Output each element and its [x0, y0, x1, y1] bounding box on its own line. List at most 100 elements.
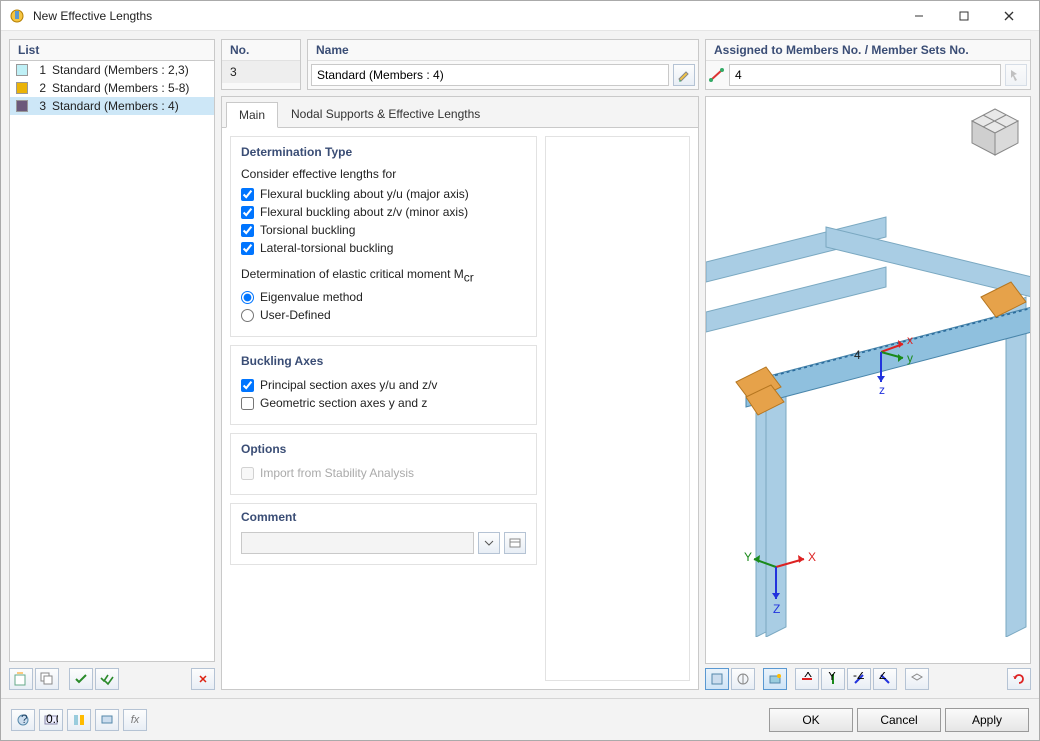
- checkbox-label: Lateral-torsional buckling: [260, 241, 393, 255]
- tab-nodal-supports-effective-lengths[interactable]: Nodal Supports & Effective Lengths: [278, 101, 493, 127]
- check-one-button[interactable]: [69, 668, 93, 690]
- nav-cube[interactable]: [968, 105, 1022, 159]
- form-right-preview: [545, 136, 690, 681]
- delete-item-button[interactable]: ✕: [191, 668, 215, 690]
- svg-text:Y: Y: [828, 672, 836, 683]
- dialog-window: New Effective Lengths List 1 Standard (M…: [0, 0, 1040, 741]
- list-body: 1 Standard (Members : 2,3) 2 Standard (M…: [9, 61, 215, 662]
- checkbox-label: Flexural buckling about z/v (minor axis): [260, 205, 468, 219]
- comment-dropdown[interactable]: [478, 532, 500, 554]
- svg-text:Z: Z: [879, 672, 886, 682]
- assigned-pick-button[interactable]: [1005, 64, 1027, 86]
- axis-z-button[interactable]: -Z: [847, 668, 871, 690]
- cancel-button[interactable]: Cancel: [857, 708, 941, 732]
- checkbox-input[interactable]: [241, 242, 254, 255]
- svg-text:0.00: 0.00: [46, 713, 58, 726]
- group-buckling: Buckling Axes Principal section axes y/u…: [230, 345, 537, 425]
- checkbox-row: Flexural buckling about z/v (minor axis): [241, 203, 526, 221]
- form-column: MainNodal Supports & Effective Lengths D…: [221, 96, 699, 690]
- preview-pane[interactable]: x y z 4 X Y: [705, 96, 1031, 664]
- assigned-input[interactable]: [729, 64, 1001, 86]
- color-swatch: [16, 82, 28, 94]
- dialog-footer: ? 0.00 fx OK Cancel Apply: [1, 698, 1039, 740]
- name-edit-button[interactable]: [673, 64, 695, 86]
- units-button[interactable]: 0.00: [39, 709, 63, 731]
- display-button[interactable]: [95, 709, 119, 731]
- radio-label: Eigenvalue method: [260, 290, 363, 304]
- tab-bar: MainNodal Supports & Effective Lengths: [222, 97, 698, 128]
- list-item[interactable]: 1 Standard (Members : 2,3): [10, 61, 214, 79]
- no-field: No. 3: [221, 39, 301, 90]
- svg-text:y: y: [907, 351, 913, 365]
- checkbox-row: Principal section axes y/u and z/v: [241, 376, 526, 394]
- view-iso-button[interactable]: [905, 668, 929, 690]
- reset-view-button[interactable]: [1007, 668, 1031, 690]
- settings-button[interactable]: [67, 709, 91, 731]
- axis-z2-button[interactable]: Z: [873, 668, 897, 690]
- svg-text:x: x: [907, 333, 913, 347]
- comment-title: Comment: [241, 510, 526, 524]
- titlebar: New Effective Lengths: [1, 1, 1039, 31]
- function-button[interactable]: fx: [123, 709, 147, 731]
- copy-item-button[interactable]: [35, 668, 59, 690]
- axis-x-button[interactable]: X: [795, 668, 819, 690]
- checkbox-label: Principal section axes y/u and z/v: [260, 378, 437, 392]
- ok-button[interactable]: OK: [769, 708, 853, 732]
- check-all-button[interactable]: [95, 668, 119, 690]
- radio-label: User-Defined: [260, 308, 331, 322]
- checkbox-label: Torsional buckling: [260, 223, 355, 237]
- radio-input[interactable]: [241, 309, 254, 322]
- mid-row: MainNodal Supports & Effective Lengths D…: [221, 96, 1031, 690]
- list-item-label: Standard (Members : 4): [52, 99, 179, 113]
- apply-button[interactable]: Apply: [945, 708, 1029, 732]
- member-icon: [709, 67, 725, 83]
- checkbox-input: [241, 467, 254, 480]
- new-item-button[interactable]: [9, 668, 33, 690]
- comment-input[interactable]: [241, 532, 474, 554]
- consider-label: Consider effective lengths for: [241, 167, 526, 181]
- checkbox-input[interactable]: [241, 224, 254, 237]
- radio-row: User-Defined: [241, 306, 526, 324]
- color-swatch: [16, 100, 28, 112]
- list-item[interactable]: 3 Standard (Members : 4): [10, 97, 214, 115]
- no-label: No.: [222, 40, 300, 61]
- preview-toolbar: X Y -Z Z: [705, 668, 1031, 690]
- checkbox-input[interactable]: [241, 397, 254, 410]
- help-button[interactable]: ?: [11, 709, 35, 731]
- show-model-button[interactable]: [763, 668, 787, 690]
- svg-text:-Z: -Z: [853, 672, 864, 682]
- mcr-label: Determination of elastic critical moment…: [241, 267, 526, 284]
- checkbox-label: Flexural buckling about y/u (major axis): [260, 187, 469, 201]
- form-scroll: Determination Type Consider effective le…: [222, 128, 698, 689]
- form-left: Determination Type Consider effective le…: [230, 136, 537, 681]
- name-input[interactable]: [311, 64, 669, 86]
- view-mode-1-button[interactable]: [705, 668, 729, 690]
- view-mode-2-button[interactable]: [731, 668, 755, 690]
- svg-text:X: X: [808, 550, 816, 564]
- checkbox-row: Torsional buckling: [241, 221, 526, 239]
- checkbox-input[interactable]: [241, 379, 254, 392]
- right-area: No. 3 Name Assigned to Members No. / Mem…: [221, 39, 1031, 690]
- comment-library-button[interactable]: [504, 532, 526, 554]
- preview-column: x y z 4 X Y: [705, 96, 1031, 690]
- checkbox-input[interactable]: [241, 188, 254, 201]
- minimize-button[interactable]: [896, 1, 941, 31]
- list-item-label: Standard (Members : 2,3): [52, 63, 189, 77]
- radio-row: Eigenvalue method: [241, 288, 526, 306]
- axis-y-button[interactable]: Y: [821, 668, 845, 690]
- checkbox-row: Geometric section axes y and z: [241, 394, 526, 412]
- dialog-body: List 1 Standard (Members : 2,3) 2 Standa…: [1, 31, 1039, 698]
- list-item-label: Standard (Members : 5-8): [52, 81, 189, 95]
- list-item-num: 1: [34, 63, 46, 77]
- checkbox-input[interactable]: [241, 206, 254, 219]
- svg-text:z: z: [879, 383, 885, 397]
- list-item[interactable]: 2 Standard (Members : 5-8): [10, 79, 214, 97]
- group-determination: Determination Type Consider effective le…: [230, 136, 537, 337]
- svg-text:X: X: [804, 672, 812, 680]
- close-button[interactable]: [986, 1, 1031, 31]
- radio-input[interactable]: [241, 291, 254, 304]
- maximize-button[interactable]: [941, 1, 986, 31]
- tab-main[interactable]: Main: [226, 102, 278, 128]
- app-icon: [9, 8, 25, 24]
- assigned-label: Assigned to Members No. / Member Sets No…: [706, 40, 1030, 61]
